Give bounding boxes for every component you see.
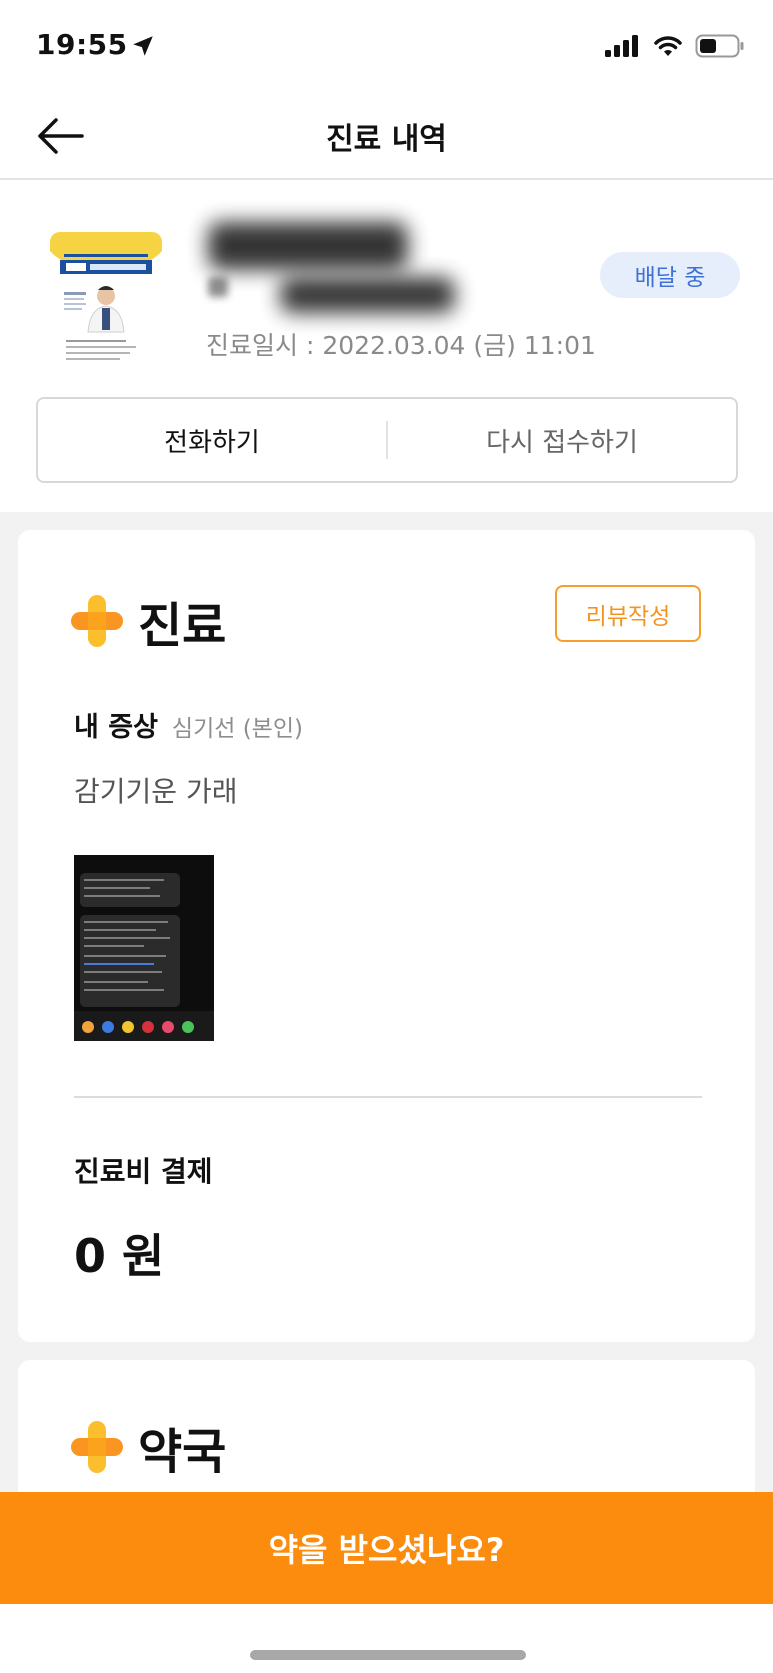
treatment-card-header: 진료 — [70, 586, 226, 656]
wifi-icon — [654, 36, 682, 56]
symptom-header: 내 증상 심기선 (본인) — [74, 705, 303, 744]
orange-plus-icon — [71, 1421, 123, 1473]
visit-datetime: 진료일시 : 2022.03.04 (금) 11:01 — [206, 331, 596, 360]
hospital-image[interactable] — [50, 232, 162, 377]
section-divider — [74, 1096, 702, 1098]
orange-plus-icon — [71, 595, 123, 647]
patient-name: 심기선 (본인) — [171, 716, 303, 742]
treatment-fee-amount: 0 원 — [74, 1229, 165, 1283]
treatment-history-screen: 19:55 진료 내역 배달 중 진료일시: 2022.03.04 (금) 1… — [0, 0, 773, 1673]
home-indicator-area — [0, 1604, 773, 1673]
status-bar: 19:55 — [0, 0, 773, 90]
delivery-status-badge: 배달 중 — [600, 252, 740, 298]
home-indicator[interactable] — [250, 1650, 526, 1660]
location-arrow-icon — [133, 36, 153, 56]
treatment-fee-label: 진료비 결제 — [74, 1155, 213, 1188]
hospital-name-redacted — [208, 222, 408, 270]
write-review-button[interactable]: 리뷰작성 — [555, 585, 701, 642]
status-icons — [605, 34, 745, 58]
hospital-header: 배달 중 진료일시 : 2022.03.04 (금) 11:01 전화하기 다시… — [0, 182, 773, 512]
medicine-received-button[interactable]: 약을 받으셨나요? — [0, 1492, 773, 1604]
battery-icon — [695, 34, 744, 58]
reapply-button[interactable]: 다시 접수하기 — [388, 422, 736, 459]
hospital-address-redacted-mark — [208, 277, 228, 297]
symptom-description: 감기기운 가래 — [74, 775, 238, 808]
hospital-address-redacted — [280, 277, 455, 313]
pharmacy-card-title: 약국 — [138, 1424, 227, 1480]
nav-bar: 진료 내역 — [0, 90, 773, 180]
call-button[interactable]: 전화하기 — [38, 422, 386, 459]
pharmacy-card-header: 약국 — [70, 1412, 226, 1482]
treatment-card: 진료 리뷰작성 내 증상 심기선 (본인) 감기기운 가래 진료비 결제 0 원 — [18, 530, 755, 1342]
hospital-actions: 전화하기 다시 접수하기 — [36, 397, 738, 483]
symptom-label: 내 증상 — [74, 712, 158, 743]
status-time: 19:55 — [36, 28, 128, 61]
page-title: 진료 내역 — [326, 122, 447, 157]
cellular-signal-icon — [605, 35, 638, 57]
attached-screenshot-thumbnail[interactable] — [74, 855, 214, 1041]
hospital-poster-graphic — [50, 232, 162, 377]
treatment-card-title: 진료 — [138, 598, 227, 654]
